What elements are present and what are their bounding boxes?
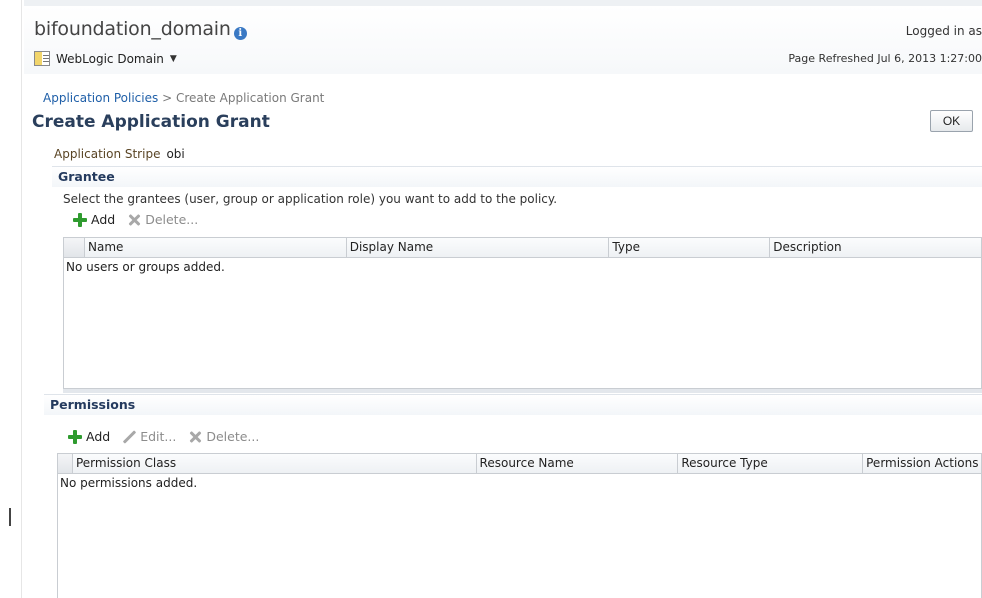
permissions-section-title: Permissions — [50, 397, 136, 412]
permissions-delete-button[interactable]: Delete... — [188, 429, 259, 444]
grantee-col-name[interactable]: Name — [85, 238, 347, 257]
left-gutter — [0, 0, 24, 598]
permissions-edit-label: Edit... — [140, 429, 177, 444]
grantee-section-title: Grantee — [58, 169, 115, 184]
permissions-delete-label: Delete... — [206, 429, 260, 444]
grantee-select-all[interactable] — [64, 238, 85, 257]
page-header: bifoundation_domain i WebLogic Domain ▼ L… — [24, 0, 982, 74]
grantee-section-header: Grantee — [52, 166, 982, 187]
grantee-empty-text: No users or groups added. — [66, 260, 225, 274]
permissions-table: Permission Class Resource Name Resource … — [57, 453, 982, 598]
permissions-empty-text: No permissions added. — [60, 476, 198, 490]
page-refreshed-text: Page Refreshed Jul 6, 2013 1:27:00 — [788, 52, 982, 65]
edit-icon — [122, 430, 136, 444]
permissions-section-header: Permissions — [44, 394, 982, 415]
chevron-down-icon: ▼ — [169, 53, 177, 64]
grantee-col-description[interactable]: Description — [770, 238, 981, 257]
permissions-col-permission-class[interactable]: Permission Class — [73, 454, 477, 473]
page-title: Create Application Grant — [32, 112, 270, 132]
permissions-select-all[interactable] — [58, 454, 73, 473]
permissions-add-button[interactable]: Add — [68, 429, 110, 444]
ok-button[interactable]: OK — [930, 110, 973, 132]
splitter-handle[interactable] — [9, 508, 11, 526]
breadcrumb-link-application-policies[interactable]: Application Policies — [43, 91, 158, 105]
domain-title: bifoundation_domain i — [34, 18, 247, 40]
grantee-table-header: Name Display Name Type Description — [64, 238, 981, 258]
grantee-add-button[interactable]: Add — [73, 212, 115, 227]
breadcrumb-separator: > — [158, 91, 176, 105]
permissions-col-permission-actions[interactable]: Permission Actions — [863, 454, 981, 473]
application-stripe: Application Stripe obi — [54, 147, 185, 161]
delete-icon — [127, 213, 141, 227]
permissions-col-resource-type[interactable]: Resource Type — [678, 454, 864, 473]
info-icon[interactable]: i — [233, 27, 247, 40]
breadcrumb-current: Create Application Grant — [175, 91, 325, 105]
domain-title-text: bifoundation_domain — [34, 18, 231, 40]
add-icon — [73, 212, 87, 227]
grantee-table-footer — [63, 389, 982, 393]
permissions-table-header: Permission Class Resource Name Resource … — [58, 454, 981, 474]
weblogic-domain-icon — [34, 51, 50, 66]
gutter-line — [21, 0, 22, 598]
grantee-table: Name Display Name Type Description No us… — [63, 237, 982, 389]
breadcrumb: Application Policies > Create Applicatio… — [43, 91, 324, 105]
permissions-edit-button[interactable]: Edit... — [122, 429, 176, 444]
logged-in-text: Logged in as — [905, 24, 982, 38]
grantee-col-display-name[interactable]: Display Name — [347, 238, 610, 257]
permissions-toolbar: Add Edit... Delete... — [68, 429, 259, 444]
grantee-col-type[interactable]: Type — [609, 238, 771, 257]
permissions-col-resource-name[interactable]: Resource Name — [477, 454, 679, 473]
delete-icon — [188, 430, 202, 444]
grantee-description: Select the grantees (user, group or appl… — [63, 192, 558, 206]
weblogic-domain-menu[interactable]: WebLogic Domain ▼ — [34, 51, 177, 66]
permissions-add-label: Add — [86, 429, 111, 444]
application-stripe-value: obi — [166, 147, 185, 161]
add-icon — [68, 429, 82, 444]
application-stripe-label: Application Stripe — [54, 147, 161, 161]
weblogic-domain-menu-label: WebLogic Domain — [56, 51, 164, 66]
grantee-toolbar: Add Delete... — [73, 212, 198, 227]
grantee-delete-button[interactable]: Delete... — [127, 212, 198, 227]
grantee-delete-label: Delete... — [145, 212, 199, 227]
grantee-add-label: Add — [91, 212, 116, 227]
